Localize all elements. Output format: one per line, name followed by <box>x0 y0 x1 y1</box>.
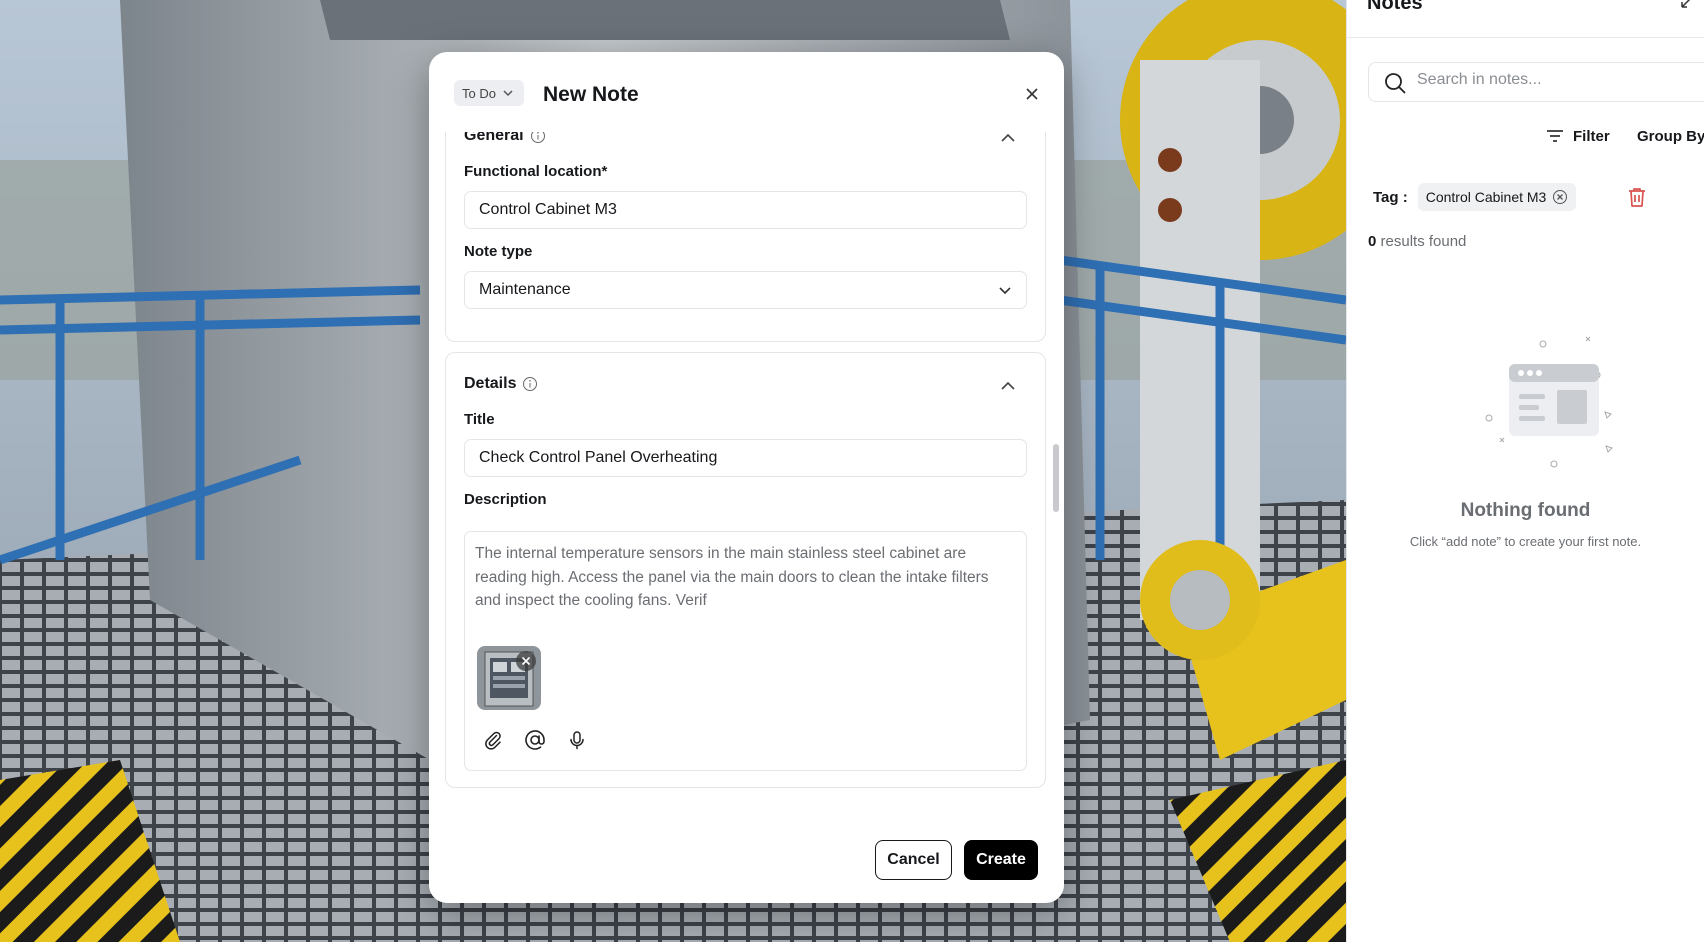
filter-button[interactable]: Filter <box>1545 126 1610 146</box>
mention-button[interactable] <box>523 728 547 752</box>
tag-chip: Control Cabinet M3 <box>1417 183 1577 211</box>
functional-location-label: Functional location* <box>464 163 608 180</box>
attachment-thumbnail[interactable] <box>477 646 541 710</box>
remove-tag-icon[interactable] <box>1552 189 1568 205</box>
note-type-label: Note type <box>464 243 533 260</box>
note-type-value: Maintenance <box>479 281 571 298</box>
attach-button[interactable] <box>481 728 505 752</box>
description-toolbar <box>481 728 589 752</box>
chevron-down-icon <box>999 287 1011 295</box>
results-count: 0 results found <box>1368 233 1466 250</box>
info-icon <box>523 377 538 391</box>
results-number: 0 <box>1368 233 1377 250</box>
empty-state-subtitle: Click “add note” to create your first no… <box>1409 534 1642 549</box>
empty-state-title: Nothing found <box>1460 500 1591 521</box>
search-box[interactable] <box>1368 62 1704 102</box>
filter-icon <box>1547 130 1563 142</box>
tag-value: Control Cabinet M3 <box>1425 189 1547 205</box>
create-button[interactable]: Create <box>964 840 1038 880</box>
close-button[interactable] <box>1020 82 1044 106</box>
status-dropdown[interactable]: To Do <box>454 80 524 106</box>
paperclip-icon <box>485 731 501 750</box>
description-value: The internal temperature sensors in the … <box>475 545 989 609</box>
title-input[interactable]: Check Control Panel Overheating <box>464 439 1027 477</box>
search-input[interactable] <box>1417 71 1697 89</box>
active-tag-filter: Tag : Control Cabinet M3 <box>1373 177 1577 217</box>
functional-location-field[interactable]: Control Cabinet M3 <box>464 191 1027 229</box>
note-type-select[interactable]: Maintenance <box>464 271 1027 309</box>
new-note-dialog: To Do New Note General Functional locati… <box>429 52 1064 903</box>
empty-state-illustration <box>1485 336 1613 468</box>
description-textarea[interactable]: The internal temperature sensors in the … <box>464 531 1027 771</box>
group-by-button[interactable]: Group By <box>1637 128 1704 145</box>
general-section-header: General <box>464 132 546 145</box>
microphone-icon <box>570 731 584 750</box>
chevron-down-icon <box>503 90 513 97</box>
filter-label: Filter <box>1573 127 1610 145</box>
details-section-header: Details <box>464 375 538 393</box>
description-label: Description <box>464 491 547 508</box>
title-label: Title <box>464 411 495 428</box>
dialog-header: To Do New Note <box>429 52 1064 132</box>
status-label: To Do <box>462 85 496 101</box>
divider <box>1347 37 1704 38</box>
details-heading: Details <box>464 375 517 392</box>
dialog-body: General Functional location* Control Cab… <box>445 132 1046 872</box>
cancel-button[interactable]: Cancel <box>875 840 952 880</box>
dialog-title: New Note <box>543 83 639 106</box>
title-value: Check Control Panel Overheating <box>479 449 718 466</box>
general-section: General Functional location* Control Cab… <box>445 132 1046 342</box>
dialog-scrollbar[interactable] <box>1053 444 1059 512</box>
functional-location-value: Control Cabinet M3 <box>479 201 617 218</box>
notes-panel: Notes Filter Group By Tag : Control Cabi… <box>1346 0 1704 942</box>
results-text: results found <box>1380 233 1467 250</box>
collapse-details-icon[interactable] <box>997 375 1019 397</box>
info-icon <box>530 132 545 143</box>
general-heading: General <box>464 132 524 144</box>
close-icon <box>1026 88 1038 100</box>
panel-title: Notes <box>1367 0 1423 14</box>
details-section: Details Title Check Control Panel Overhe… <box>445 352 1046 788</box>
tag-label: Tag : <box>1373 188 1408 206</box>
remove-attachment-button[interactable] <box>516 651 536 671</box>
collapse-general-icon[interactable] <box>997 132 1019 149</box>
collapse-panel-icon[interactable] <box>1679 0 1695 10</box>
trash-icon[interactable] <box>1625 185 1649 209</box>
search-icon <box>1385 73 1406 94</box>
voice-input-button[interactable] <box>565 728 589 752</box>
at-sign-icon <box>525 730 545 750</box>
close-icon <box>521 656 531 666</box>
